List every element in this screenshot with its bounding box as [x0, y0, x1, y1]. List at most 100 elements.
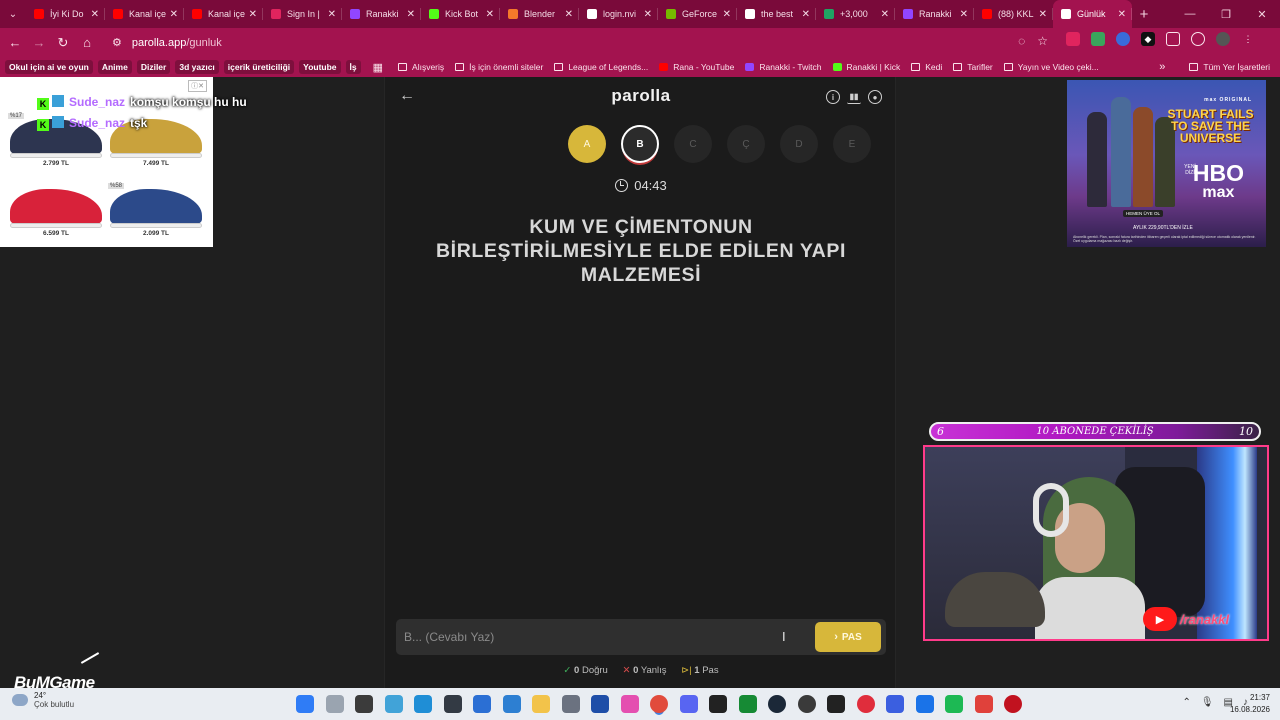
close-window-icon[interactable]: ✕ — [1244, 0, 1280, 28]
stats-chart-icon[interactable]: ▮▮ — [847, 90, 861, 104]
parolla-logo[interactable]: parolla — [385, 86, 897, 106]
close-tab-icon[interactable]: ✕ — [802, 9, 810, 20]
bookmark-chip[interactable]: Okul için ai ve oyun — [5, 60, 93, 74]
close-tab-icon[interactable]: ✕ — [644, 9, 652, 20]
system-clock[interactable]: 21:37 16.08.2026 — [1230, 692, 1270, 716]
menu-icon[interactable]: ⋮ — [1241, 32, 1255, 46]
info-icon[interactable]: i — [826, 90, 840, 104]
bookmark-item[interactable]: Kedi — [911, 62, 942, 72]
shoe-product[interactable]: 6.599 TL — [8, 183, 104, 243]
shoe-product[interactable]: %58 2.099 TL — [108, 183, 204, 243]
epic-icon[interactable] — [827, 695, 845, 713]
settings-icon[interactable] — [561, 695, 580, 713]
discord-icon[interactable] — [679, 695, 698, 713]
circle-app-icon[interactable] — [797, 695, 816, 713]
close-tab-icon[interactable]: ✕ — [960, 9, 968, 20]
bookmark-star-icon[interactable]: ☆ — [1037, 34, 1048, 48]
store-icon[interactable] — [473, 695, 491, 713]
bookmark-item[interactable]: Ranakki - Twitch — [745, 62, 822, 72]
close-tab-icon[interactable]: ✕ — [91, 9, 99, 20]
gallery-icon[interactable] — [620, 695, 639, 713]
chrome-icon[interactable] — [650, 695, 668, 713]
mail-icon[interactable] — [502, 695, 521, 713]
back-icon[interactable]: ← — [3, 28, 27, 57]
close-tab-icon[interactable]: ✕ — [407, 9, 415, 20]
extension-green-icon[interactable] — [1091, 32, 1105, 46]
tab[interactable]: Blender ✕ — [500, 0, 579, 28]
spotify-icon[interactable] — [945, 695, 963, 713]
new-tab-button[interactable]: + — [1132, 6, 1156, 23]
extension-blue-icon[interactable] — [1116, 32, 1130, 46]
bookmark-item[interactable]: Ranakki | Kick — [832, 62, 900, 72]
home-icon[interactable]: ⌂ — [75, 28, 99, 57]
tab[interactable]: GeForce ✕ — [658, 0, 737, 28]
steam-icon[interactable] — [768, 695, 786, 713]
restore-icon[interactable]: ❐ — [1208, 0, 1244, 28]
photoshop-icon[interactable] — [591, 695, 609, 713]
task-view-icon[interactable] — [355, 695, 373, 713]
apps-grid-icon[interactable]: ▦ — [373, 61, 383, 74]
photos-icon[interactable] — [384, 695, 403, 713]
close-tab-icon[interactable]: ✕ — [1118, 9, 1126, 20]
ad-cta-button[interactable]: HEMEN ÜYE OL — [1123, 210, 1164, 217]
tab-search-icon[interactable]: ⌄ — [0, 0, 26, 28]
close-tab-icon[interactable]: ✕ — [170, 9, 178, 20]
bookmark-item[interactable]: Alışveriş — [398, 62, 444, 72]
vpn-icon[interactable] — [886, 695, 904, 713]
bookmarks-overflow[interactable]: » — [1159, 61, 1165, 73]
extensions-puzzle-icon[interactable] — [1166, 32, 1180, 46]
answer-input[interactable] — [404, 626, 784, 648]
all-bookmarks[interactable]: Tüm Yer İşaretleri — [1189, 62, 1270, 72]
minimize-icon[interactable]: — — [1172, 0, 1208, 28]
bookmark-chip[interactable]: 3d yazıcı — [175, 60, 219, 74]
pass-button[interactable]: › PAS — [815, 622, 881, 652]
tab[interactable]: Ranakki ✕ — [895, 0, 974, 28]
tab[interactable]: Günlük ✕ — [1053, 0, 1132, 28]
tab[interactable]: the best ✕ — [737, 0, 816, 28]
address-bar[interactable]: ⚙ parolla.app/gunluk ◌ ☆ — [104, 31, 1056, 54]
tab[interactable]: Kanal içe ✕ — [184, 0, 263, 28]
eye-off-icon[interactable]: ◌ — [1018, 34, 1025, 48]
site-info-icon[interactable]: ⚙ — [112, 36, 122, 49]
game-icon[interactable] — [974, 695, 993, 713]
ad-info-icon[interactable]: ⓘ✕ — [188, 80, 207, 92]
bookmark-chip[interactable]: Anime — [97, 60, 132, 74]
tab[interactable]: login.nvi ✕ — [579, 0, 658, 28]
bookmark-item[interactable]: İş için önemli siteler — [455, 62, 543, 72]
folder-icon[interactable] — [532, 695, 550, 713]
reload-icon[interactable]: ↻ — [51, 28, 75, 57]
bookmark-item[interactable]: Tarifler — [953, 62, 993, 72]
tray-overflow-icon[interactable]: ⌃ — [1182, 697, 1190, 708]
extension-red-icon[interactable] — [1066, 32, 1080, 46]
microphone-icon[interactable]: 🎙 — [1201, 697, 1214, 708]
close-tab-icon[interactable]: ✕ — [328, 9, 336, 20]
close-tab-icon[interactable]: ✕ — [1039, 9, 1047, 20]
bookmark-item[interactable]: Rana - YouTube — [659, 62, 734, 72]
tab[interactable]: Kanal içe ✕ — [105, 0, 184, 28]
profile-icon[interactable]: ● — [868, 90, 882, 104]
start-icon[interactable] — [296, 695, 314, 713]
weather-widget[interactable]: 24° Çok bulutlu — [12, 691, 74, 709]
close-tab-icon[interactable]: ✕ — [486, 9, 494, 20]
tab[interactable]: Kick Bot ✕ — [421, 0, 500, 28]
red-app-icon[interactable] — [856, 695, 875, 713]
close-tab-icon[interactable]: ✕ — [565, 9, 573, 20]
tab[interactable]: +3,000 ✕ — [816, 0, 895, 28]
hbo-max-ad[interactable]: max ORIGINAL STUART FAILS TO SAVE THE UN… — [1067, 80, 1266, 247]
tab[interactable]: Sign In | ✕ — [263, 0, 342, 28]
edge-icon[interactable] — [414, 695, 432, 713]
blue-app-icon[interactable] — [915, 695, 934, 713]
forward-icon[interactable]: → — [27, 28, 51, 57]
history-icon[interactable] — [1191, 32, 1205, 46]
tab[interactable]: (88) KKL ✕ — [974, 0, 1053, 28]
close-tab-icon[interactable]: ✕ — [249, 9, 257, 20]
cube-icon[interactable] — [443, 695, 462, 713]
close-tab-icon[interactable]: ✕ — [881, 9, 889, 20]
tab[interactable]: Ranakki ✕ — [342, 0, 421, 28]
obs-icon[interactable] — [709, 695, 727, 713]
xbox-icon[interactable] — [738, 695, 757, 713]
profile-avatar[interactable] — [1216, 32, 1230, 46]
search-icon[interactable] — [325, 695, 344, 713]
bookmark-item[interactable]: League of Legends... — [554, 62, 648, 72]
close-tab-icon[interactable]: ✕ — [723, 9, 731, 20]
